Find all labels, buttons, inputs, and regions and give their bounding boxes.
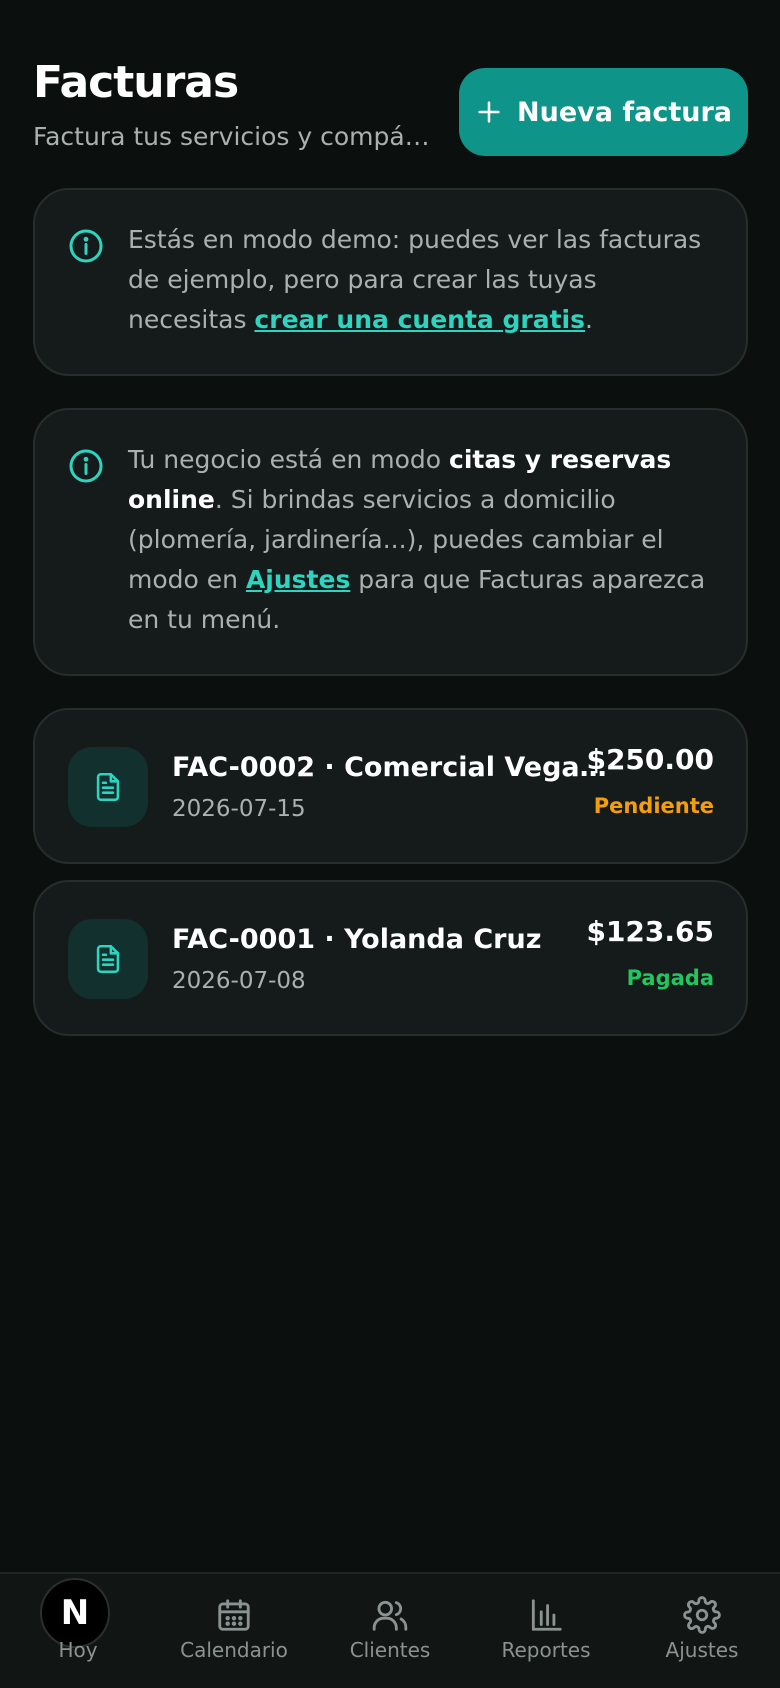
bottom-navigation: N Hoy Calendario Clientes Reportes Ajust…: [0, 1572, 780, 1688]
invoice-date: 2026-07-15: [172, 796, 306, 822]
nav-label-calendario: Calendario: [180, 1638, 288, 1662]
nav-label-clientes: Clientes: [349, 1638, 431, 1662]
nav-label-reportes: Reportes: [501, 1638, 591, 1662]
info-icon: [69, 449, 103, 483]
invoice-title: FAC-0002 · Comercial Vega Al...: [172, 752, 612, 783]
invoice-title: FAC-0001 · Yolanda Cruz: [172, 924, 542, 955]
demo-notice-text-after: .: [585, 305, 593, 334]
nav-item-ajustes[interactable]: Ajustes: [624, 1574, 780, 1688]
demo-notice-text: Estás en modo demo: puedes ver las factu…: [128, 220, 706, 340]
mode-text-1: Tu negocio está en modo: [128, 445, 449, 474]
nav-item-reportes[interactable]: Reportes: [468, 1574, 624, 1688]
bar-chart-icon: [531, 1599, 562, 1631]
plus-icon: [478, 101, 500, 123]
invoices-screen: Facturas Factura tus servicios y compárt…: [0, 0, 780, 1688]
page-title: Facturas: [33, 57, 239, 108]
nav-item-calendario[interactable]: Calendario: [156, 1574, 312, 1688]
invoice-status: Pendiente: [593, 794, 714, 818]
invoice-row[interactable]: FAC-0001 · Yolanda Cruz 2026-07-08 $123.…: [33, 880, 748, 1036]
invoice-amount: $123.65: [586, 915, 714, 948]
page-header: Facturas Factura tus servicios y compárt…: [33, 58, 433, 152]
users-icon: [372, 1600, 408, 1631]
invoice-amount: $250.00: [586, 743, 714, 776]
create-account-link[interactable]: crear una cuenta gratis: [254, 305, 585, 334]
info-icon: [69, 229, 103, 263]
new-invoice-label: Nueva factura: [517, 96, 732, 128]
nav-label-hoy: Hoy: [58, 1638, 98, 1662]
document-icon: [68, 747, 148, 827]
settings-link[interactable]: Ajustes: [246, 565, 350, 594]
invoice-row[interactable]: FAC-0002 · Comercial Vega Al... 2026-07-…: [33, 708, 748, 864]
new-invoice-button[interactable]: Nueva factura: [459, 68, 748, 156]
gear-icon: [683, 1596, 721, 1634]
business-mode-notice-card: Tu negocio está en modo citas y reservas…: [33, 408, 748, 676]
demo-notice-card: Estás en modo demo: puedes ver las factu…: [33, 188, 748, 376]
invoice-date: 2026-07-08: [172, 968, 306, 994]
nav-label-ajustes: Ajustes: [665, 1638, 739, 1662]
invoice-status: Pagada: [626, 966, 714, 990]
nav-item-hoy[interactable]: N Hoy: [0, 1574, 156, 1688]
page-subtitle: Factura tus servicios y compárt...: [33, 122, 433, 151]
document-icon: [68, 919, 148, 999]
calendar-icon: [218, 1599, 250, 1631]
business-mode-text: Tu negocio está en modo citas y reservas…: [128, 440, 706, 640]
nav-item-clientes[interactable]: Clientes: [312, 1574, 468, 1688]
